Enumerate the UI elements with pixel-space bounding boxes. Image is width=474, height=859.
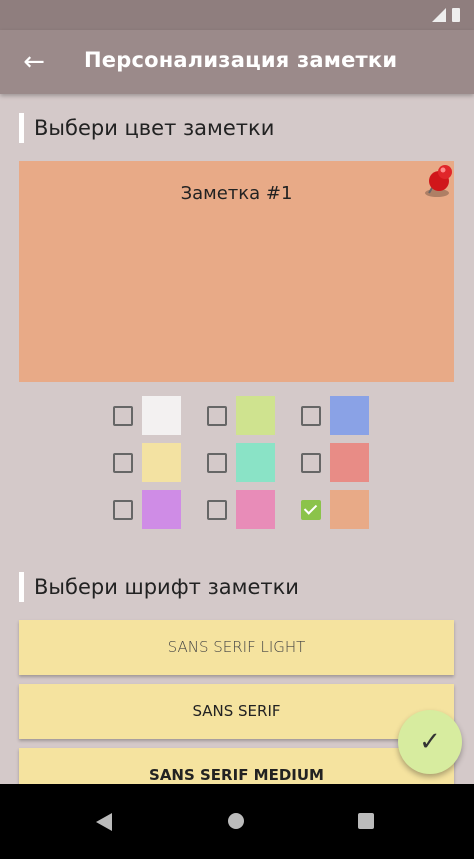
note-preview: Заметка #1 <box>19 161 454 382</box>
color-swatch-option[interactable] <box>207 396 287 436</box>
arrow-back-icon[interactable]: ← <box>18 46 50 78</box>
signal-icon <box>432 8 446 22</box>
swatch-color[interactable] <box>236 490 275 529</box>
font-button-sans-serif[interactable]: SANS SERIF <box>19 684 454 739</box>
section-accent-bar <box>19 113 24 143</box>
section-accent-bar <box>19 572 24 602</box>
red-pushpin-icon <box>425 165 452 197</box>
nav-home-icon[interactable] <box>228 813 244 829</box>
swatch-color[interactable] <box>142 490 181 529</box>
swatch-color[interactable] <box>142 443 181 482</box>
swatch-checkbox[interactable] <box>301 500 321 520</box>
swatch-checkbox[interactable] <box>207 406 227 426</box>
color-swatch-option[interactable] <box>113 490 193 530</box>
swatch-checkbox[interactable] <box>113 500 133 520</box>
font-section-header: Выбери шрифт заметки <box>19 572 299 602</box>
color-section-header: Выбери цвет заметки <box>19 113 274 143</box>
color-swatch-option[interactable] <box>207 443 287 483</box>
nav-back-icon[interactable] <box>96 813 112 831</box>
swatch-checkbox[interactable] <box>113 453 133 473</box>
status-bar <box>0 0 474 30</box>
color-swatch-option[interactable] <box>113 396 193 436</box>
font-button-sans-serif-light[interactable]: SANS SERIF LIGHT <box>19 620 454 675</box>
status-icons <box>432 8 460 22</box>
swatch-checkbox[interactable] <box>113 406 133 426</box>
color-section-title: Выбери цвет заметки <box>34 116 275 140</box>
font-section-title: Выбери шрифт заметки <box>34 575 299 599</box>
swatch-color[interactable] <box>330 443 369 482</box>
page-title: Персонализация заметки <box>84 48 398 72</box>
swatch-color[interactable] <box>236 396 275 435</box>
note-preview-title: Заметка #1 <box>180 183 293 204</box>
swatch-color[interactable] <box>236 443 275 482</box>
color-swatch-option[interactable] <box>301 490 381 530</box>
color-swatch-option[interactable] <box>301 396 381 436</box>
color-swatch-option[interactable] <box>113 443 193 483</box>
check-icon: ✓ <box>419 727 441 757</box>
swatch-color[interactable] <box>142 396 181 435</box>
swatch-checkbox[interactable] <box>207 500 227 520</box>
swatch-checkbox[interactable] <box>301 453 321 473</box>
battery-icon <box>452 8 460 22</box>
confirm-fab[interactable]: ✓ <box>398 710 462 774</box>
swatch-checkbox[interactable] <box>207 453 227 473</box>
swatch-color[interactable] <box>330 396 369 435</box>
color-swatch-option[interactable] <box>301 443 381 483</box>
color-swatch-option[interactable] <box>207 490 287 530</box>
swatch-color[interactable] <box>330 490 369 529</box>
app-bar: ← Персонализация заметки <box>0 30 474 94</box>
swatch-checkbox[interactable] <box>301 406 321 426</box>
system-nav-bar <box>0 784 474 859</box>
nav-recents-icon[interactable] <box>358 813 374 829</box>
